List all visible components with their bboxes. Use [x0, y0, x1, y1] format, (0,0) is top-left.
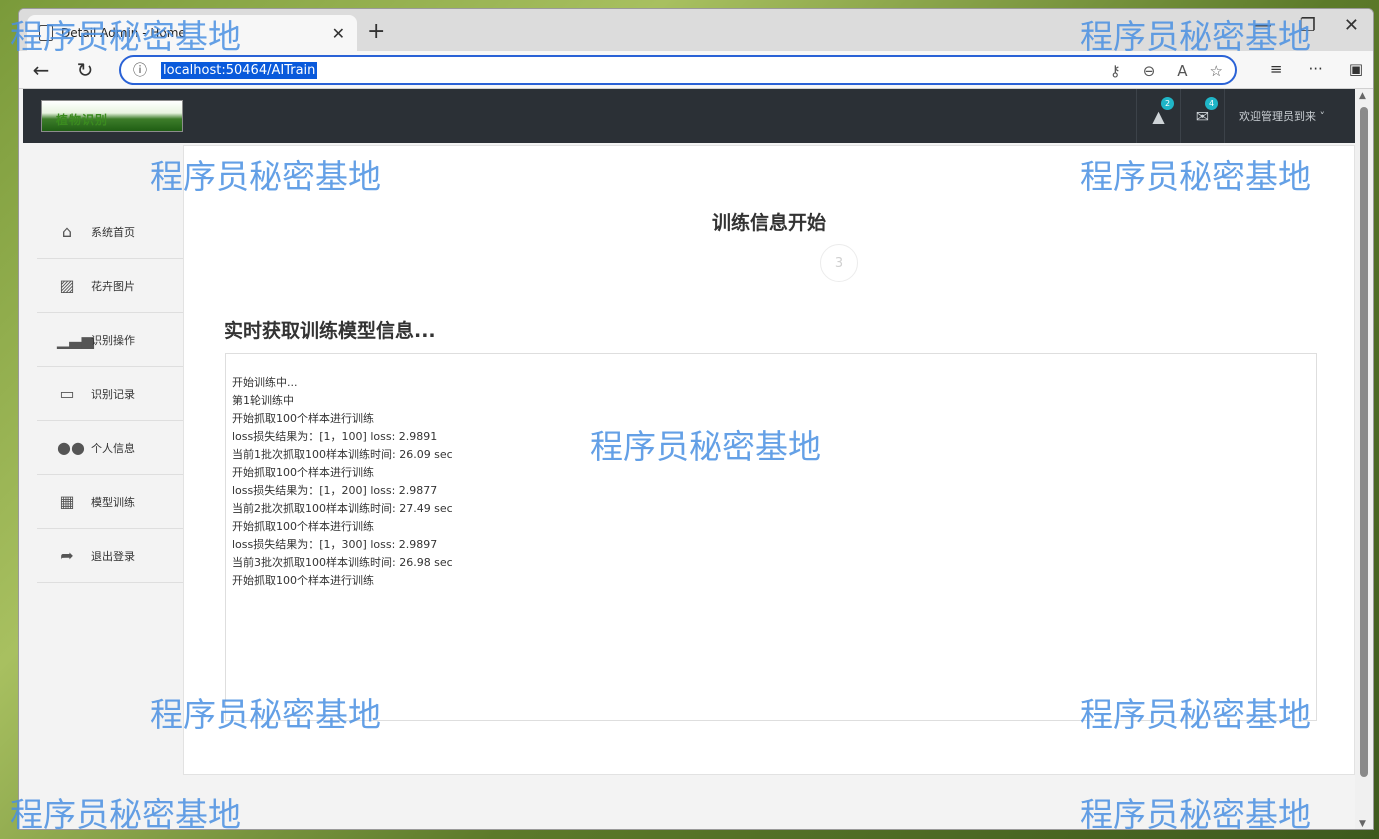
step-counter: 3 — [820, 244, 858, 282]
navbar-right: ▲ 2 ✉ 4 欢迎管理员到来 ˅ — [1136, 89, 1355, 143]
home-icon: ⌂ — [61, 222, 73, 241]
refresh-icon[interactable]: ↻ — [63, 58, 107, 82]
scroll-down-icon[interactable]: ▼ — [1359, 819, 1366, 829]
mail-badge: 4 — [1205, 97, 1218, 110]
sidebar-item-records[interactable]: ▭ 识别记录 — [37, 367, 187, 421]
log-line: loss损失结果为：[1，100] loss: 2.9891 — [232, 430, 438, 443]
info-icon[interactable]: ⓘ — [133, 60, 147, 80]
users-icon: ●● — [57, 438, 85, 457]
top-navbar: 植物识别 ▲ 2 ✉ 4 欢迎管理员到来 ˅ — [23, 89, 1355, 143]
favorite-star-icon[interactable]: ☆ — [1210, 62, 1223, 80]
tab-bar: Detail Admin - Home ✕ + — ❐ ✕ — [19, 9, 1373, 51]
alert-badge: 2 — [1161, 97, 1174, 110]
sidebar-item-label: 识别记录 — [91, 387, 135, 401]
sidebar-item-home[interactable]: ⌂ 系统首页 — [37, 205, 187, 259]
section-title: 实时获取训练模型信息... — [224, 320, 436, 342]
tab-title: Detail Admin - Home — [61, 26, 186, 40]
log-line: 开始抓取100个样本进行训练 — [232, 466, 374, 479]
sidebar-item-label: 模型训练 — [91, 495, 135, 509]
sidebar-item-model-training[interactable]: ▦ 模型训练 — [37, 475, 187, 529]
log-line: 当前2批次抓取100样本训练时间: 27.49 sec — [232, 502, 453, 515]
close-window-button[interactable]: ✕ — [1344, 15, 1359, 36]
sidebar-item-recognize[interactable]: ▁▃▅ 识别操作 — [37, 313, 187, 367]
url-actions: ⚷ ⊖ A ☆ — [1110, 62, 1223, 80]
page-icon — [39, 25, 53, 41]
log-line: 当前1批次抓取100样本训练时间: 26.09 sec — [232, 448, 453, 461]
log-line: 开始抓取100个样本进行训练 — [232, 412, 374, 425]
envelope-icon: ✉ — [1195, 106, 1210, 126]
sidebar-item-logout[interactable]: ➦ 退出登录 — [37, 529, 187, 583]
new-tab-button[interactable]: + — [367, 19, 385, 44]
alert-button[interactable]: ▲ 2 — [1136, 89, 1180, 143]
sidebar-item-label: 系统首页 — [91, 225, 135, 239]
key-icon[interactable]: ⚷ — [1110, 62, 1121, 80]
log-line: loss损失结果为：[1，300] loss: 2.9897 — [232, 538, 438, 551]
calendar-icon: ▭ — [59, 384, 75, 403]
sidebar-item-label: 花卉图片 — [91, 279, 135, 293]
page-scrollbar[interactable]: ▲ ▼ — [1355, 89, 1373, 829]
log-line: 开始训练中... — [232, 376, 298, 389]
read-aloud-icon[interactable]: A — [1177, 62, 1187, 80]
sidebar-item-label: 个人信息 — [91, 441, 135, 455]
main-content: 训练信息开始 3 实时获取训练模型信息... 开始训练中... 第1轮训练中 开… — [183, 145, 1355, 775]
log-line: 当前3批次抓取100样本训练时间: 26.98 sec — [232, 556, 453, 569]
sidebar-toggle-icon[interactable]: ▣ — [1349, 60, 1363, 78]
sidebar-item-flower-images[interactable]: ▨ 花卉图片 — [37, 259, 187, 313]
logo[interactable]: 植物识别 — [41, 100, 183, 132]
sidebar-item-label: 退出登录 — [91, 549, 135, 563]
warning-icon: ▲ — [1152, 106, 1165, 126]
sidebar-item-profile[interactable]: ●● 个人信息 — [37, 421, 187, 475]
image-icon: ▨ — [59, 276, 75, 295]
minimize-button[interactable]: — — [1254, 15, 1272, 36]
address-bar: ← ↻ ⓘ localhost:50464/AITrain ⚷ ⊖ A ☆ ≡ … — [19, 51, 1373, 89]
log-line: 开始抓取100个样本进行训练 — [232, 520, 374, 533]
maximize-button[interactable]: ❐ — [1300, 15, 1316, 36]
scroll-up-icon[interactable]: ▲ — [1359, 91, 1366, 101]
share-icon: ➦ — [60, 546, 74, 565]
grid-icon: ▦ — [59, 492, 75, 511]
back-icon[interactable]: ← — [19, 58, 63, 82]
page-title: 训练信息开始 — [711, 212, 826, 234]
window-controls: — ❐ ✕ — [1254, 15, 1359, 36]
logo-text: 植物识别 — [56, 113, 109, 127]
mail-button[interactable]: ✉ 4 — [1180, 89, 1224, 143]
log-line: loss损失结果为：[1，200] loss: 2.9877 — [232, 484, 438, 497]
zoom-icon[interactable]: ⊖ — [1143, 62, 1156, 80]
browser-tab[interactable]: Detail Admin - Home ✕ — [27, 15, 357, 51]
more-icon[interactable]: ··· — [1309, 60, 1323, 78]
log-line: 第1轮训练中 — [232, 394, 294, 407]
signal-icon: ▁▃▅ — [57, 330, 94, 349]
browser-toolbar: ≡ ··· ▣ — [1270, 60, 1363, 78]
sidebar: ⌂ 系统首页 ▨ 花卉图片 ▁▃▅ 识别操作 ▭ 识别记录 ●● 个人信息 ▦ … — [37, 205, 194, 583]
training-log: 开始训练中... 第1轮训练中 开始抓取100个样本进行训练 loss损失结果为… — [225, 353, 1317, 721]
url-input[interactable]: ⓘ localhost:50464/AITrain ⚷ ⊖ A ☆ — [119, 55, 1237, 85]
log-line: 开始抓取100个样本进行训练 — [232, 574, 374, 587]
scroll-thumb[interactable] — [1360, 107, 1368, 777]
close-tab-icon[interactable]: ✕ — [332, 24, 345, 43]
user-menu[interactable]: 欢迎管理员到来 ˅ — [1224, 89, 1355, 143]
sidebar-item-label: 识别操作 — [91, 333, 135, 347]
browser-window: Detail Admin - Home ✕ + — ❐ ✕ ← ↻ ⓘ loca… — [18, 8, 1374, 830]
favorites-icon[interactable]: ≡ — [1270, 60, 1283, 78]
web-page: 植物识别 ▲ 2 ✉ 4 欢迎管理员到来 ˅ ⌂ 系统首页 ▨ 花卉图片 ▁▃▅… — [23, 89, 1355, 829]
url-text: localhost:50464/AITrain — [161, 61, 318, 79]
